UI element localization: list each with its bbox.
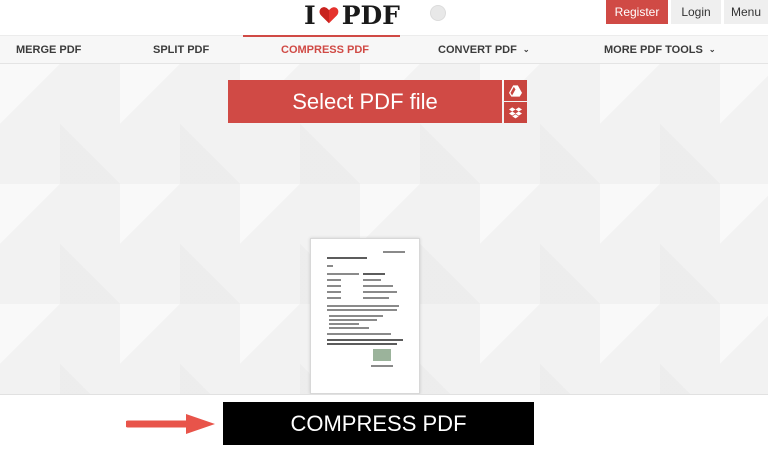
doc-line [363,279,381,281]
doc-line [329,315,383,317]
doc-line [329,327,369,329]
ilovepdf-logo[interactable]: I PDF [304,0,400,30]
heart-icon [319,7,339,24]
doc-line [327,279,341,281]
select-pdf-button[interactable]: Select PDF file [228,80,502,123]
register-button[interactable]: Register [606,0,668,24]
chevron-down-icon: ⌄ [522,45,530,54]
google-drive-button[interactable] [504,80,527,101]
nav-item-label: COMPRESS PDF [281,44,370,56]
stamp-image [373,349,391,361]
badge-icon [430,5,446,21]
doc-line [363,297,389,299]
google-drive-icon [509,84,522,97]
dropbox-button[interactable] [504,102,527,123]
doc-line [327,309,397,311]
logo-text-pdf: PDF [341,0,400,30]
doc-line [327,257,367,259]
doc-line [327,305,399,307]
login-button[interactable]: Login [671,0,721,24]
pdf-file-thumbnail[interactable] [310,238,420,394]
doc-line [327,291,341,293]
doc-line [329,319,377,321]
nav-split-pdf[interactable]: SPLIT PDF [153,36,209,64]
logo-text-i: I [304,0,316,30]
doc-line [327,343,397,345]
arrow-right-icon [126,414,215,434]
action-bar: COMPRESS PDF [0,394,768,449]
doc-line [363,273,385,275]
header: I PDF Register Login Menu [0,0,768,35]
tools-nav: MERGE PDF SPLIT PDF COMPRESS PDF CONVERT… [0,35,768,64]
dropbox-icon [509,106,522,118]
doc-line [327,265,333,267]
nav-item-label: CONVERT PDF [438,44,517,56]
doc-line [363,285,393,287]
doc-line [371,365,393,367]
nav-merge-pdf[interactable]: MERGE PDF [16,36,81,64]
doc-line [329,323,359,325]
nav-item-label: MORE PDF TOOLS [604,44,703,56]
nav-item-label: MERGE PDF [16,44,82,56]
nav-compress-pdf[interactable]: COMPRESS PDF [281,36,369,64]
nav-more-pdf-tools[interactable]: MORE PDF TOOLS ⌄ [604,36,716,64]
doc-line [327,285,341,287]
nav-convert-pdf[interactable]: CONVERT PDF ⌄ [438,36,530,64]
menu-button[interactable]: Menu [724,0,768,24]
doc-line [327,273,359,275]
doc-line [383,251,405,253]
doc-line [327,297,341,299]
compress-pdf-button[interactable]: COMPRESS PDF [223,402,534,445]
doc-line [327,339,403,341]
chevron-down-icon: ⌄ [708,45,716,54]
nav-item-label: SPLIT PDF [153,44,210,56]
doc-line [327,333,391,335]
doc-line [363,291,397,293]
